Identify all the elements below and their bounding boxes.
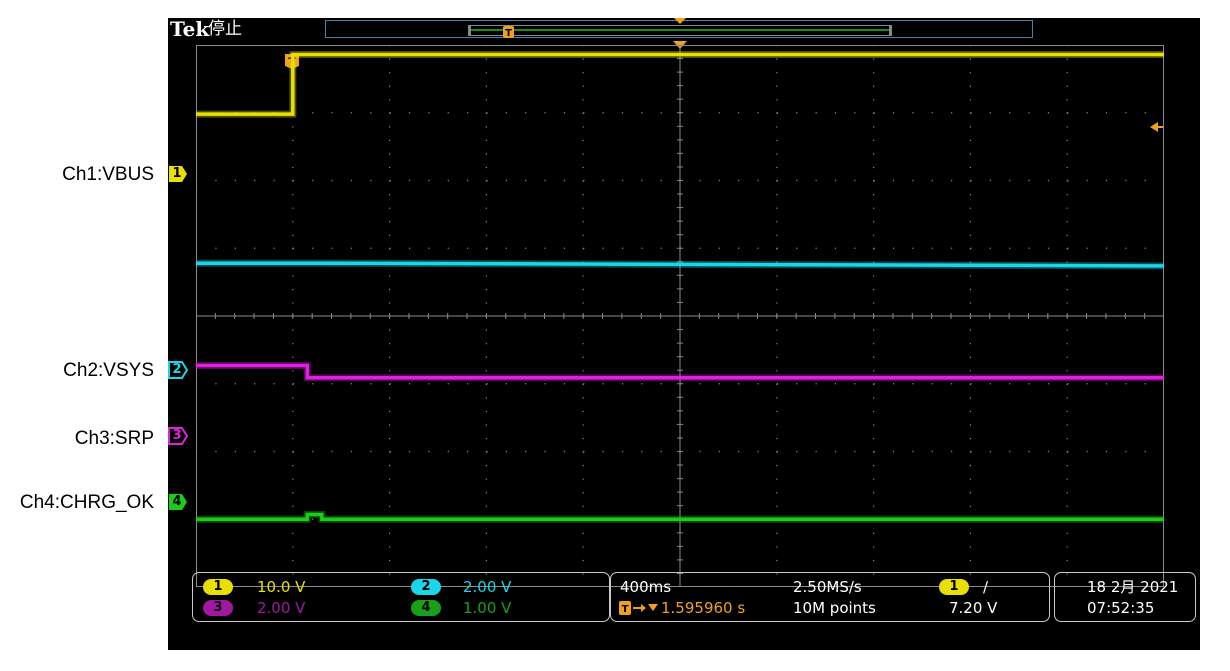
ch1-badge[interactable]: 1 (203, 579, 233, 595)
horizontal-scale[interactable]: 400ms (620, 578, 671, 596)
oscilloscope-display: Tek 停止 T T 1 2 3 4 1 10.0 V 2 2.00 V 3 2… (168, 18, 1200, 650)
ch2-marker[interactable]: 2 (168, 361, 188, 379)
ch1-marker[interactable]: 1 (168, 165, 188, 183)
date-display: 18 2月 2021 (1087, 578, 1179, 596)
trigger-delay-icon: T (619, 601, 658, 615)
ch4-scale[interactable]: 1.00 V (463, 599, 511, 617)
ch3-side-label: Ch3:SRP (74, 428, 154, 449)
record-view-fill (471, 29, 889, 31)
ch3-scale[interactable]: 2.00 V (257, 599, 305, 617)
ch4-badge[interactable]: 4 (411, 600, 441, 616)
overview-trigger-icon: T (503, 26, 514, 39)
ch2-side-label: Ch2:VSYS (63, 360, 154, 381)
ch3-badge[interactable]: 3 (203, 600, 233, 616)
trigger-source-badge[interactable]: 1 (939, 579, 969, 595)
ch4-side-label: Ch4:CHRG_OK (19, 492, 154, 513)
time-display: 07:52:35 (1087, 599, 1155, 617)
timebase-panel: 400ms 2.50MS/s T 1.595960 s 10M points 1… (610, 572, 1050, 622)
acquisition-status: 停止 (208, 19, 242, 39)
ch3-marker[interactable]: 3 (168, 427, 188, 445)
ch4-marker[interactable]: 4 (168, 493, 188, 511)
channel-scale-panel: 1 10.0 V 2 2.00 V 3 2.00 V 4 1.00 V (192, 572, 610, 622)
sample-rate: 2.50MS/s (793, 578, 862, 596)
trigger-delay[interactable]: 1.595960 s (661, 599, 745, 617)
overview-center-marker-icon (674, 18, 686, 24)
trigger-level[interactable]: 7.20 V (949, 599, 997, 617)
waveform-plot (196, 45, 1164, 587)
ch2-badge[interactable]: 2 (411, 579, 441, 595)
tek-logo: Tek (170, 17, 210, 41)
svg-text:T: T (622, 604, 629, 615)
datetime-panel: 18 2月 2021 07:52:35 (1054, 572, 1196, 622)
ch1-scale[interactable]: 10.0 V (257, 578, 305, 596)
record-length: 10M points (793, 599, 876, 617)
record-view-window[interactable] (468, 25, 892, 36)
ch2-scale[interactable]: 2.00 V (463, 578, 511, 596)
svg-text:T: T (505, 28, 512, 39)
rising-edge-icon: ∕ (983, 578, 989, 596)
ch1-side-label: Ch1:VBUS (62, 164, 154, 185)
